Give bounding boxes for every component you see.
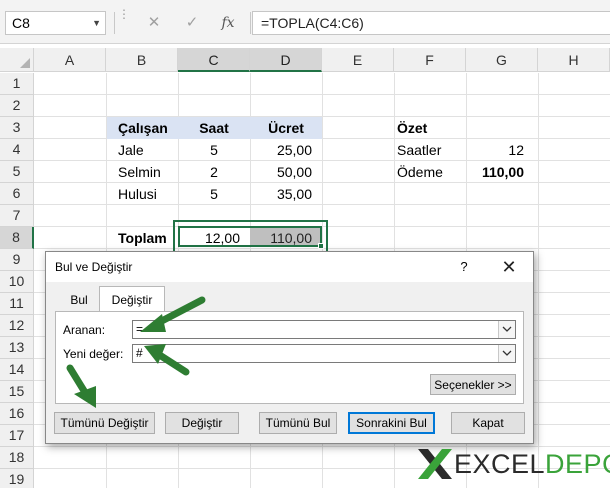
column-header-h[interactable]: H [538,48,610,72]
fill-handle[interactable] [318,243,324,249]
close-icon[interactable]: ✕ [495,256,523,278]
find-replace-dialog: Bul ve Değiştir ? ✕ Bul Değiştir Aranan:… [45,251,534,444]
cell-c6[interactable]: 5 [178,183,250,205]
options-button[interactable]: Seçenekler >> [430,374,516,395]
row-header-9[interactable]: 9 [0,249,34,271]
row-header-19[interactable]: 19 [0,469,34,488]
row-header-17[interactable]: 17 [0,425,34,447]
find-what-label: Aranan: [63,323,106,337]
replace-with-label: Yeni değer: [63,347,124,361]
row-header-15[interactable]: 15 [0,381,34,403]
name-box-value: C8 [12,15,30,31]
row-header-18[interactable]: 18 [0,447,34,469]
row-header-11[interactable]: 11 [0,293,34,315]
cell-d8[interactable]: 110,00 [250,227,322,249]
cell-b3[interactable]: Çalışan [106,117,178,139]
replace-button[interactable]: Değiştir [165,412,239,434]
tab-find[interactable]: Bul [61,290,97,312]
arrow-annotation-icon [140,296,206,332]
cell-c5[interactable]: 2 [178,161,250,183]
row-header-8[interactable]: 8 [0,227,34,249]
cell-f4[interactable]: Saatler [394,139,466,161]
name-box[interactable]: C8 ▼ [5,11,106,35]
cell-b6[interactable]: Hulusi [106,183,178,205]
column-header-a[interactable]: A [34,48,106,72]
arrow-annotation-icon [144,344,190,376]
row-header-16[interactable]: 16 [0,403,34,425]
gridline [538,73,539,488]
arrow-annotation-icon [66,364,96,408]
cell-b4[interactable]: Jale [106,139,178,161]
cell-c8[interactable]: 12,00 [178,227,250,249]
formula-bar-divider [250,12,251,34]
row-header-12[interactable]: 12 [0,315,34,337]
exceldepo-logo: EXCELDEPO [416,445,610,481]
column-header-g[interactable]: G [466,48,538,72]
column-header-b[interactable]: B [106,48,178,72]
replace-tab-panel: Aranan: = Yeni değer: # Seçenekler >> [55,311,524,404]
cell-c4[interactable]: 5 [178,139,250,161]
check-icon[interactable]: ✓ [180,12,204,34]
cell-d6[interactable]: 35,00 [250,183,322,205]
close-button[interactable]: Kapat [451,412,525,434]
chevron-down-icon[interactable]: ▼ [92,12,101,34]
drag-handle-icon[interactable]: ⋮ [118,8,130,20]
help-icon[interactable]: ? [454,257,474,277]
cell-g4[interactable]: 12 [466,139,538,161]
formula-input[interactable]: =TOPLA(C4:C6) [252,11,610,35]
column-header-f[interactable]: F [394,48,466,72]
row-header-4[interactable]: 4 [0,139,34,161]
row-header-14[interactable]: 14 [0,359,34,381]
logo-x-icon [418,449,452,479]
cell-f5[interactable]: Ödeme [394,161,466,183]
row-header-7[interactable]: 7 [0,205,34,227]
cell-d4[interactable]: 25,00 [250,139,322,161]
find-next-button[interactable]: Sonrakini Bul [348,412,435,434]
column-header-d[interactable]: D [250,48,322,72]
cell-g5[interactable]: 110,00 [466,161,538,183]
cell-d5[interactable]: 50,00 [250,161,322,183]
cancel-icon[interactable]: ✕ [142,12,166,34]
formula-bar: C8 ▼ ⋮ ✕ ✓ fx =TOPLA(C4:C6) [0,0,610,44]
chevron-down-icon[interactable] [498,345,515,362]
select-all-corner[interactable] [0,48,34,72]
find-all-button[interactable]: Tümünü Bul [259,412,337,434]
row-header-5[interactable]: 5 [0,161,34,183]
logo-text: EXCELDEPO [454,449,610,480]
row-header-2[interactable]: 2 [0,95,34,117]
cell-f3[interactable]: Özet [394,117,466,139]
row-header-6[interactable]: 6 [0,183,34,205]
logo-text-depo: DEPO [545,449,610,479]
select-all-icon [20,58,30,68]
row-header-10[interactable]: 10 [0,271,34,293]
dialog-title: Bul ve Değiştir [55,260,133,274]
tab-find-label: Bul [70,293,88,307]
gridline [34,94,610,95]
column-header-e[interactable]: E [322,48,394,72]
cell-c3[interactable]: Saat [178,117,250,139]
row-header-13[interactable]: 13 [0,337,34,359]
logo-text-excel: EXCEL [454,449,546,479]
cell-b8[interactable]: Toplam [106,227,178,249]
cell-b5[interactable]: Selmin [106,161,178,183]
formula-bar-divider [114,12,115,34]
cell-d3[interactable]: Ücret [250,117,322,139]
replace-all-button[interactable]: Tümünü Değiştir [54,412,155,434]
dialog-titlebar[interactable]: Bul ve Değiştir ? ✕ [46,252,533,282]
row-header-3[interactable]: 3 [0,117,34,139]
column-header-c[interactable]: C [178,48,250,72]
chevron-down-icon[interactable] [498,321,515,338]
row-header-1[interactable]: 1 [0,73,34,95]
fx-icon[interactable]: fx [216,12,240,34]
